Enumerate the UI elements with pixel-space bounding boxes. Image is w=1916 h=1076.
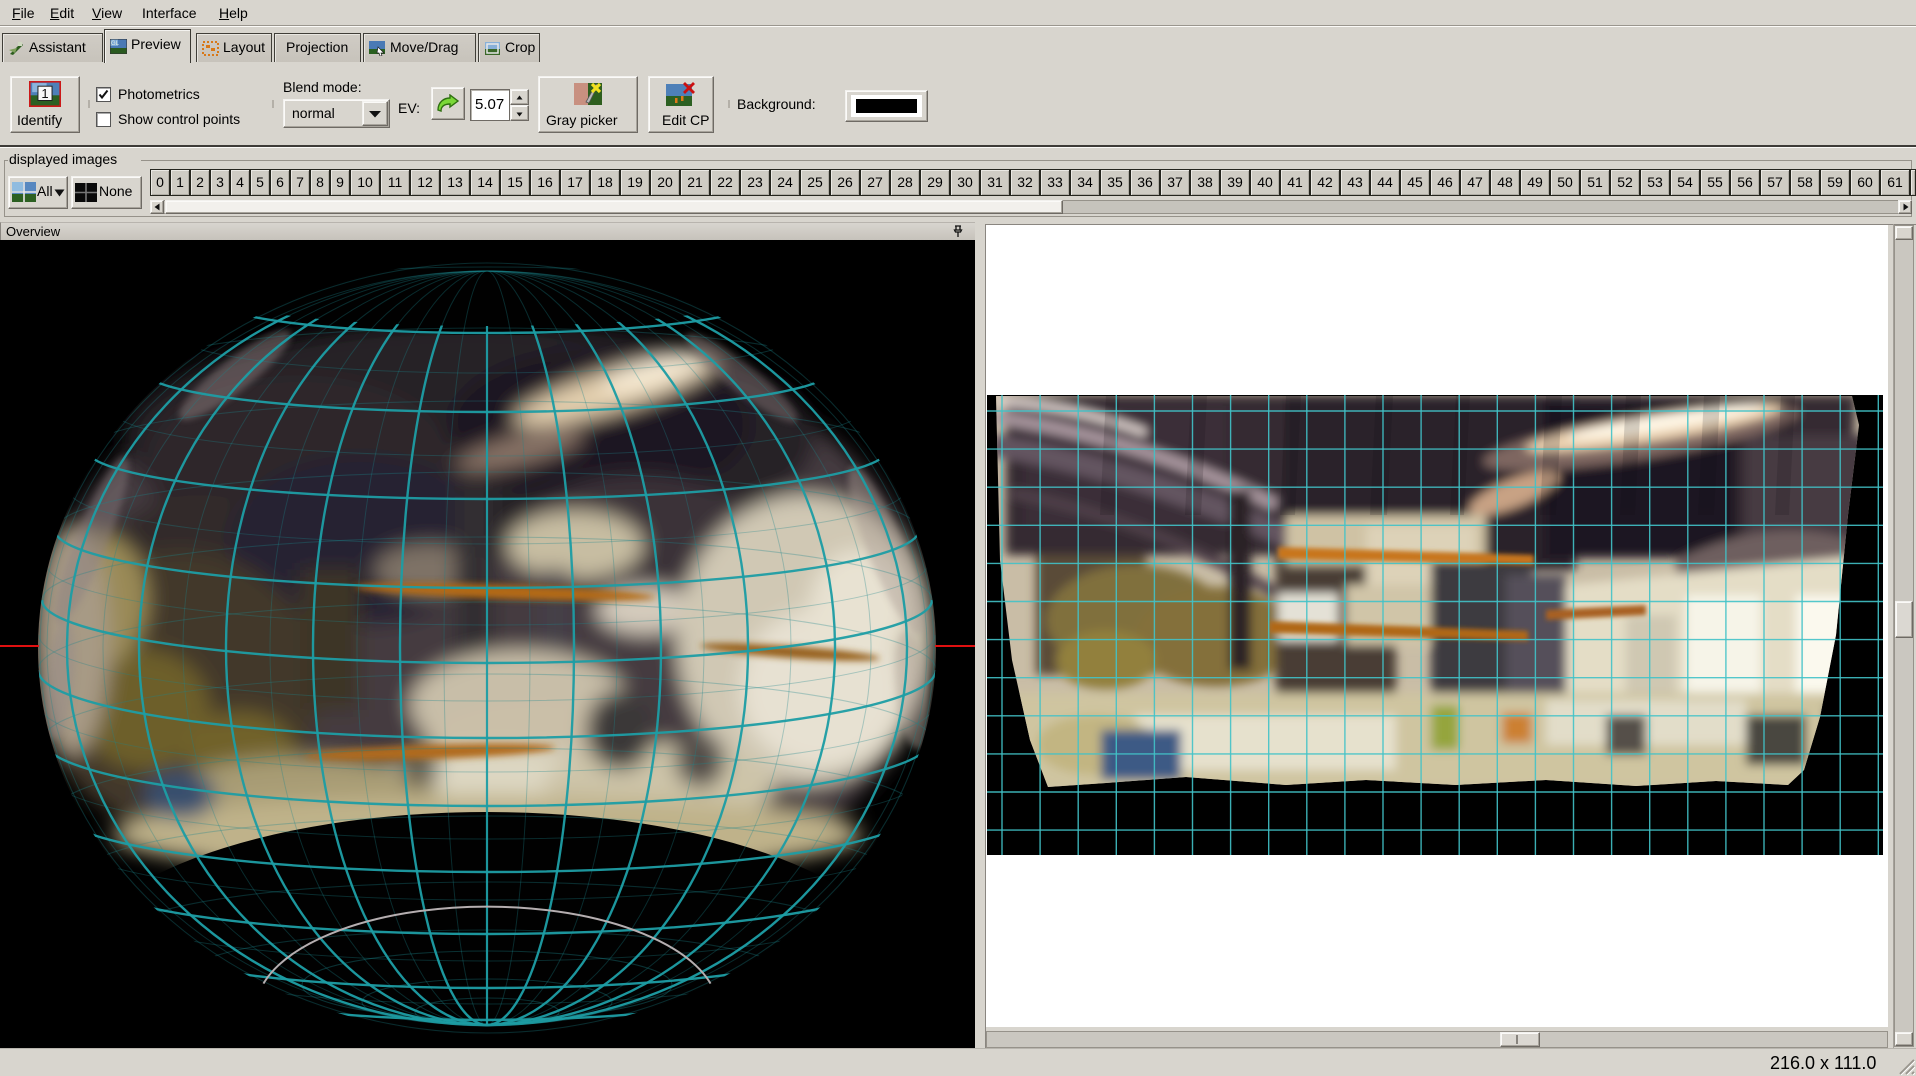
svg-text:GL: GL (111, 41, 120, 47)
svg-text:1: 1 (41, 86, 48, 101)
